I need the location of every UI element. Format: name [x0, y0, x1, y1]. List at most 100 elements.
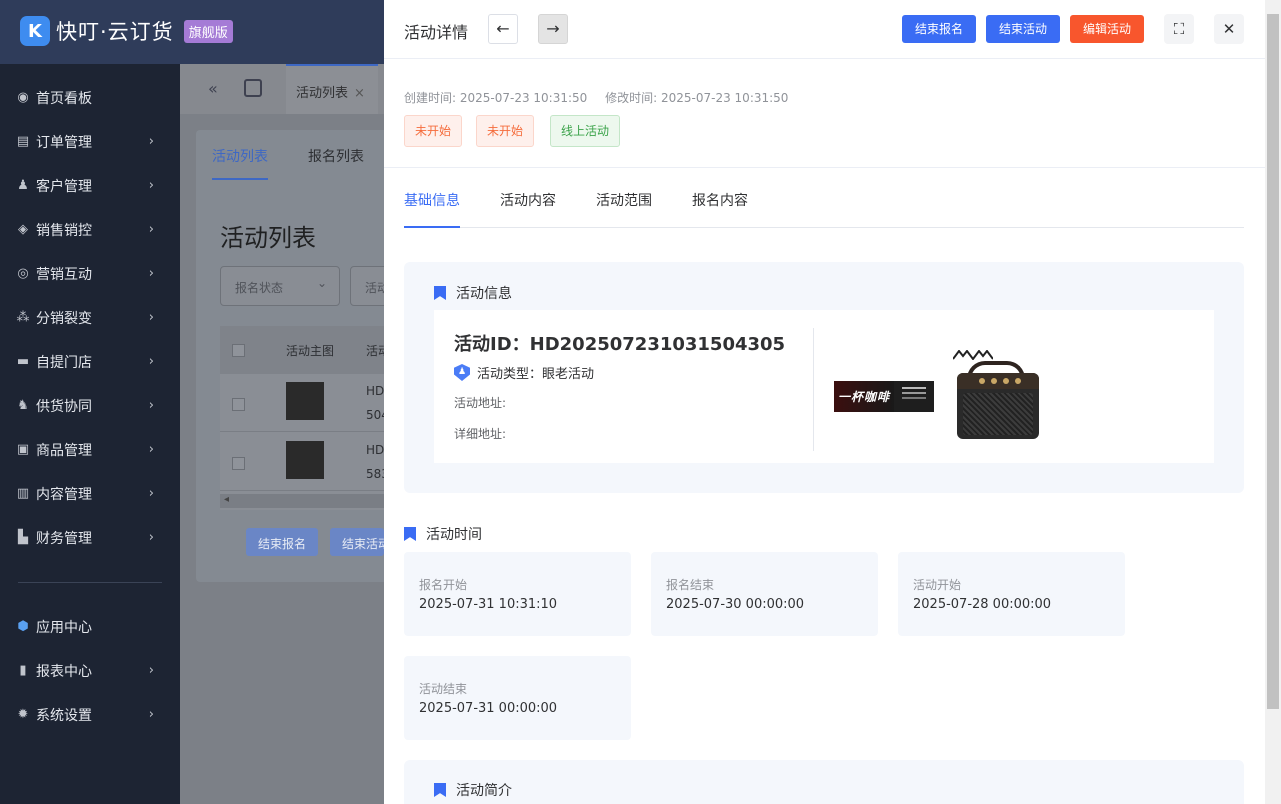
settings-gear-icon: ✹: [17, 707, 29, 722]
sidebar-item-content[interactable]: ▥ 内容管理 ›: [0, 472, 180, 516]
end-activity-button[interactable]: 结束活动: [986, 15, 1060, 43]
tab-signup-content[interactable]: 报名内容: [692, 190, 748, 210]
sidebar-item-finance[interactable]: ▙ 财务管理 ›: [0, 516, 180, 560]
sidebar-item-label: 客户管理: [36, 179, 92, 195]
bookmark-icon: [434, 783, 446, 797]
end-signup-button[interactable]: 结束报名: [902, 15, 976, 43]
time-label: 活动结束: [419, 682, 468, 696]
tab-activity-scope[interactable]: 活动范围: [596, 190, 652, 210]
time-value: 2025-07-28 00:00:00: [913, 597, 1052, 612]
sidebar-divider: [18, 582, 162, 583]
next-arrow-button[interactable]: →: [538, 14, 568, 44]
scrollbar-thumb[interactable]: [1267, 14, 1279, 709]
content-doc-icon: ▥: [16, 486, 30, 501]
drawer-header: 活动详情 ← → 结束报名 结束活动 编辑活动 ⛶ ✕: [384, 0, 1265, 59]
sidebar-item-products[interactable]: ▣ 商品管理 ›: [0, 428, 180, 472]
status-badge: 未开始: [476, 115, 535, 147]
page-scrollbar[interactable]: [1265, 0, 1281, 804]
product-bag-icon: ▣: [16, 442, 30, 457]
sidebar-item-marketing[interactable]: ◎ 营销互动 ›: [0, 252, 180, 296]
drawer-title: 活动详情: [404, 23, 469, 42]
divider: [813, 328, 814, 451]
sidebar: ◉ 首页看板 ▤ 订单管理 › ♟ 客户管理 › ◈ 销售销控 › ◎ 营销互动 › ⁂ 分销裂变 ›…: [0, 64, 180, 804]
order-icon: ▤: [16, 134, 30, 149]
collapse-sidebar-icon[interactable]: «: [208, 79, 218, 98]
tab-activity-list[interactable]: 活动列表 ×: [286, 64, 378, 114]
time-label: 活动开始: [913, 578, 962, 592]
time-value: 2025-07-30 00:00:00: [666, 597, 805, 612]
signup-status-select[interactable]: 报名状态 ⌄: [220, 266, 340, 306]
detail-tabs: 基础信息 活动内容 活动范围 报名内容: [404, 186, 1244, 228]
modified-time: 修改时间: 2025-07-23 10:31:50: [605, 91, 789, 105]
home-icon[interactable]: [244, 79, 262, 97]
sidebar-item-orders[interactable]: ▤ 订单管理 ›: [0, 120, 180, 164]
activity-address-label: 活动地址:: [454, 396, 507, 410]
previous-arrow-button[interactable]: ←: [488, 14, 518, 44]
checkbox[interactable]: [232, 344, 245, 357]
sidebar-item-dashboard[interactable]: ◉ 首页看板: [0, 76, 180, 120]
edit-activity-button[interactable]: 编辑活动: [1070, 15, 1144, 43]
section-title: 活动时间: [426, 527, 482, 543]
fullscreen-icon[interactable]: ⛶: [1164, 14, 1194, 44]
sidebar-item-supply[interactable]: ♞ 供货协同 ›: [0, 384, 180, 428]
table-cell: HD: [366, 443, 385, 457]
chevron-right-icon: ›: [148, 663, 154, 678]
activity-end-card: 活动结束 2025-07-31 00:00:00: [404, 656, 631, 740]
chevron-right-icon: ›: [148, 707, 154, 722]
activity-type: ♟ 活动类型：眼老活动: [454, 363, 594, 382]
bookmark-icon: [434, 286, 446, 300]
sidebar-item-pickup-store[interactable]: ▬ 自提门店 ›: [0, 340, 180, 384]
time-value: 2025-07-31 10:31:10: [419, 597, 558, 612]
dashboard-icon: ◉: [17, 90, 29, 105]
chevron-right-icon: ›: [148, 398, 154, 413]
checkbox[interactable]: [232, 398, 245, 411]
finance-icon: ▙: [18, 530, 28, 545]
time-label: 报名结束: [666, 578, 715, 592]
activity-start-card: 活动开始 2025-07-28 00:00:00: [898, 552, 1125, 636]
select-placeholder: 报名状态: [235, 281, 284, 295]
column-header: 活动主图: [286, 344, 335, 358]
sidebar-item-label: 销售销控: [36, 223, 92, 239]
close-icon[interactable]: ✕: [1214, 14, 1244, 44]
speaker-product-image[interactable]: [949, 347, 1049, 447]
chevron-right-icon: ›: [148, 442, 154, 457]
time-value: 2025-07-31 00:00:00: [419, 701, 558, 716]
chevron-right-icon: ›: [148, 222, 154, 237]
status-badge: 未开始: [404, 115, 463, 147]
section-title: 活动简介: [456, 783, 512, 799]
store-icon: ▬: [16, 354, 30, 369]
logo: K 快叮·云订货 旗舰版: [20, 16, 233, 46]
close-icon[interactable]: ×: [354, 86, 365, 101]
edition-badge: 旗舰版: [183, 19, 233, 43]
supply-icon: ♞: [17, 398, 29, 413]
sidebar-item-label: 内容管理: [36, 487, 92, 503]
bulk-end-signup-button[interactable]: 结束报名: [246, 528, 319, 556]
sidebar-item-sales[interactable]: ◈ 销售销控 ›: [0, 208, 180, 252]
chevron-right-icon: ›: [148, 266, 154, 281]
sidebar-item-label: 供货协同: [36, 399, 92, 415]
sidebar-item-label: 系统设置: [36, 708, 92, 724]
section-title: 活动信息: [456, 286, 512, 302]
sales-tag-icon: ◈: [18, 222, 28, 237]
scroll-left-icon[interactable]: ◂: [224, 494, 229, 505]
sub-tab-activity-list[interactable]: 活动列表: [212, 146, 268, 180]
created-time: 创建时间: 2025-07-23 10:31:50: [404, 91, 588, 105]
sidebar-item-distribution[interactable]: ⁂ 分销裂变 ›: [0, 296, 180, 340]
activity-mode-badge: 线上活动: [550, 115, 621, 147]
activity-banner-image[interactable]: 一杯咖啡: [834, 381, 934, 412]
tab-label: 活动列表: [296, 86, 349, 101]
activity-id: 活动ID：HD202507231031504305: [454, 334, 786, 355]
sidebar-item-settings[interactable]: ✹ 系统设置 ›: [0, 693, 180, 737]
logo-text: 快叮·云订货: [56, 20, 174, 44]
tab-basic-info[interactable]: 基础信息: [404, 190, 460, 210]
sidebar-item-app-center[interactable]: ⬢ 应用中心: [0, 605, 180, 649]
chevron-right-icon: ›: [148, 134, 154, 149]
bulk-end-activity-button[interactable]: 结束活动: [330, 528, 384, 556]
tab-activity-content[interactable]: 活动内容: [500, 190, 556, 210]
distribution-icon: ⁂: [16, 310, 30, 325]
sub-tab-signup-list[interactable]: 报名列表: [308, 146, 364, 166]
checkbox[interactable]: [232, 457, 245, 470]
sidebar-item-customers[interactable]: ♟ 客户管理 ›: [0, 164, 180, 208]
sidebar-item-reports[interactable]: ▮ 报表中心 ›: [0, 649, 180, 693]
sidebar-item-label: 商品管理: [36, 443, 92, 459]
